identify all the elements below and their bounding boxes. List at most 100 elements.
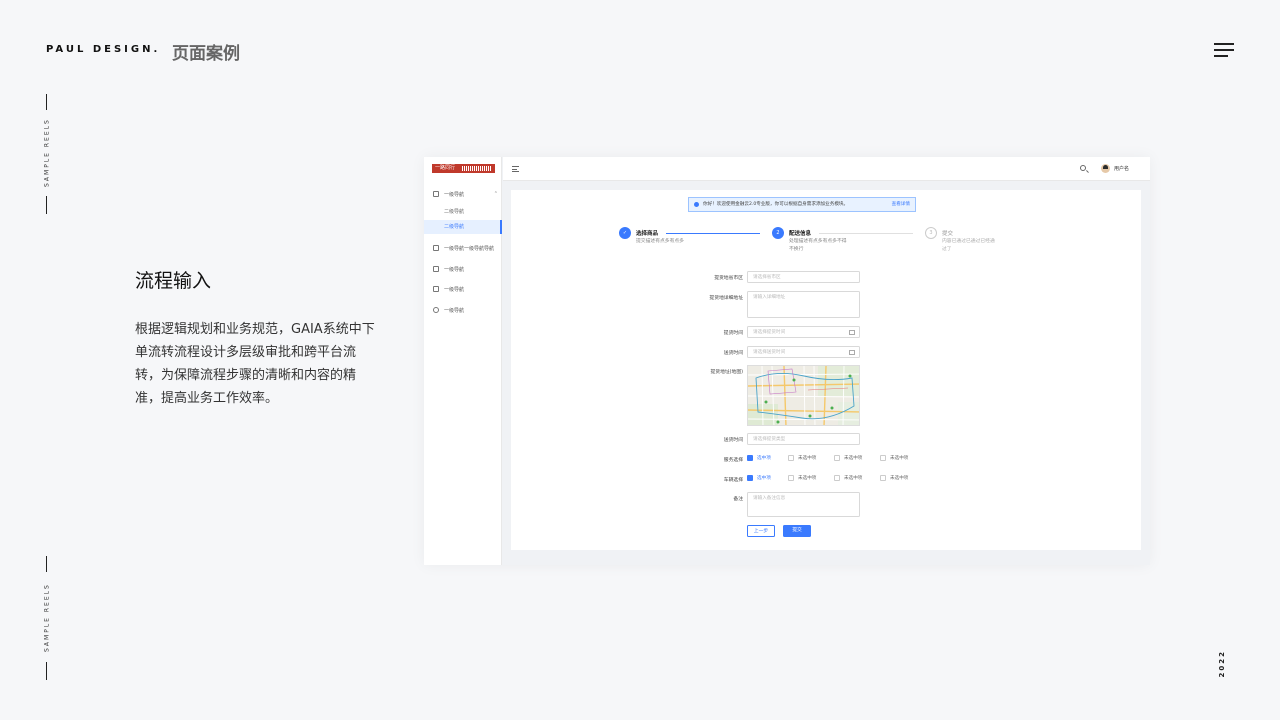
step-2-circle: 2	[772, 227, 784, 239]
checkbox-icon	[788, 475, 794, 481]
calendar-icon	[433, 266, 439, 272]
search-icon[interactable]	[1080, 165, 1086, 171]
notice-bar: 你好！欢迎使用金融云2.0专业版，你可以根据自身需求添加业务模块。 查看详情	[688, 197, 916, 212]
delivery-type-select[interactable]: 请选择提货类型	[747, 433, 860, 445]
delivery-time-label: 送货时间	[723, 351, 743, 356]
remark-label: 备注	[733, 497, 743, 502]
step-1-circle: ✓	[619, 227, 631, 239]
calendar-icon	[849, 350, 855, 355]
option-label: 未选中项	[844, 456, 863, 461]
option-label: 未选中项	[890, 476, 909, 481]
vehicle-checkbox-group: 选中项 未选中项 未选中项 未选中项	[747, 475, 927, 483]
checkbox-icon	[880, 455, 886, 461]
content-panel: 你好！欢迎使用金融云2.0专业版，你可以根据自身需求添加业务模块。 查看详情 ✓…	[511, 190, 1141, 550]
address-label: 提货地详细地址	[709, 296, 743, 301]
service-option-4[interactable]: 未选中项	[880, 455, 908, 461]
pickup-time-input[interactable]: 请选择提货时间	[747, 326, 860, 338]
menu-icon[interactable]	[1214, 43, 1234, 57]
address-textarea[interactable]: 请输入详细地址	[747, 291, 860, 318]
step-3-desc: 内容已通过已通过已经通过了	[942, 239, 995, 252]
pickup-time-placeholder: 请选择提货时间	[753, 330, 786, 335]
side-reel-bottom: SAMPLE REELS	[40, 556, 54, 680]
pickup-time-label: 提货时间	[723, 331, 743, 336]
nav-label: 一级导航	[444, 307, 465, 314]
home-icon	[433, 191, 439, 197]
service-option-3[interactable]: 未选中项	[834, 455, 862, 461]
vehicle-label: 车辆选择	[723, 478, 743, 483]
edit-icon	[433, 245, 439, 251]
option-label: 未选中项	[844, 476, 863, 481]
delivery-time-input[interactable]: 请选择送货时间	[747, 346, 860, 358]
service-option-1[interactable]: 选中项	[747, 455, 771, 461]
list-icon	[433, 286, 439, 292]
section-description: 根据逻辑规划和业务规范，GAIA系统中下单流转流程设计多层级审批和跨平台流转，为…	[135, 322, 375, 406]
chevron-up-icon: ⌃	[493, 191, 498, 197]
fold-menu-icon[interactable]	[512, 166, 519, 172]
year-label: 2022	[1218, 650, 1226, 678]
info-icon	[694, 202, 699, 207]
nav-item-4[interactable]: 一级导航	[424, 282, 502, 296]
map-label: 提货地址(地图)	[710, 370, 743, 375]
nav-label: 一级导航	[444, 191, 465, 198]
service-checkbox-group: 选中项 未选中项 未选中项 未选中项	[747, 455, 927, 463]
submit-button[interactable]: 提交	[783, 525, 811, 537]
step-2-desc: 处理描述有点多有点多不得不换行	[789, 239, 847, 252]
calendar-icon	[849, 330, 855, 335]
side-reel-label: SAMPLE REELS	[43, 118, 51, 188]
step-line-2	[819, 233, 913, 234]
delivery-type-label: 送货时间	[723, 438, 743, 443]
subnav-item-2[interactable]: 二级导航	[424, 220, 502, 234]
nav-label: 一级导航	[444, 286, 465, 293]
side-reel-label: SAMPLE REELS	[43, 583, 51, 653]
checkbox-icon	[880, 475, 886, 481]
vehicle-option-2[interactable]: 未选中项	[788, 475, 816, 481]
step-1-title: 选择商品	[636, 231, 659, 237]
subnav-item-1[interactable]: 二级导航	[424, 205, 502, 219]
notice-text: 你好！欢迎使用金融云2.0专业版，你可以根据自身需求添加业务模块。	[703, 202, 849, 207]
avatar[interactable]	[1101, 164, 1110, 173]
option-label: 未选中项	[890, 456, 909, 461]
prev-button[interactable]: 上一步	[747, 525, 775, 537]
section-title: 流程输入	[135, 270, 212, 292]
vehicle-option-1[interactable]: 选中项	[747, 475, 771, 481]
checkbox-icon	[834, 455, 840, 461]
app-mockup: 一路同行 一级导航 ⌃ 二级导航 二级导航 一级导航一级导航导航 一级导航 一级导…	[424, 157, 1150, 565]
topbar: 用户名	[503, 157, 1150, 181]
step-line-1	[666, 233, 760, 234]
remark-textarea[interactable]: 请输入备注信息	[747, 492, 860, 517]
page-category: 页面案例	[172, 44, 240, 64]
notice-link[interactable]: 查看详情	[892, 198, 910, 211]
nav-item-2[interactable]: 一级导航一级导航导航	[424, 241, 502, 255]
step-3-circle: 3	[925, 227, 937, 239]
option-label: 选中项	[757, 476, 771, 481]
step-1-desc: 提交描述有点多有点多	[636, 239, 684, 244]
vehicle-option-3[interactable]: 未选中项	[834, 475, 862, 481]
service-label: 服务选择	[723, 458, 743, 463]
app-logo: 一路同行	[432, 164, 495, 173]
map-image	[748, 366, 859, 425]
delivery-time-placeholder: 请选择送货时间	[753, 350, 786, 355]
brand-logo: PAUL DESIGN.	[46, 44, 161, 55]
nav-item-3[interactable]: 一级导航	[424, 262, 502, 276]
side-reel-top: SAMPLE REELS	[40, 94, 54, 214]
service-option-2[interactable]: 未选中项	[788, 455, 816, 461]
nav-label: 一级导航	[444, 266, 465, 273]
map-picker[interactable]	[747, 365, 860, 426]
step-2-title: 配送信息	[789, 231, 812, 237]
province-label: 提货地省市区	[714, 276, 743, 281]
app-logo-text: 一路同行	[435, 165, 456, 171]
checkbox-checked-icon	[747, 455, 753, 461]
nav-item-5[interactable]: 一级导航	[424, 303, 502, 317]
check-circle-icon	[433, 307, 439, 313]
checkbox-icon	[834, 475, 840, 481]
sidebar: 一路同行 一级导航 ⌃ 二级导航 二级导航 一级导航一级导航导航 一级导航 一级导…	[424, 157, 502, 565]
nav-label: 一级导航一级导航导航	[444, 245, 495, 252]
province-select[interactable]: 请选择省市区	[747, 271, 860, 283]
vehicle-option-4[interactable]: 未选中项	[880, 475, 908, 481]
nav-item-1[interactable]: 一级导航 ⌃	[424, 187, 502, 201]
step-3-title: 提交	[942, 231, 954, 237]
checkbox-icon	[788, 455, 794, 461]
username[interactable]: 用户名	[1114, 165, 1129, 172]
option-label: 选中项	[757, 456, 771, 461]
option-label: 未选中项	[798, 456, 817, 461]
